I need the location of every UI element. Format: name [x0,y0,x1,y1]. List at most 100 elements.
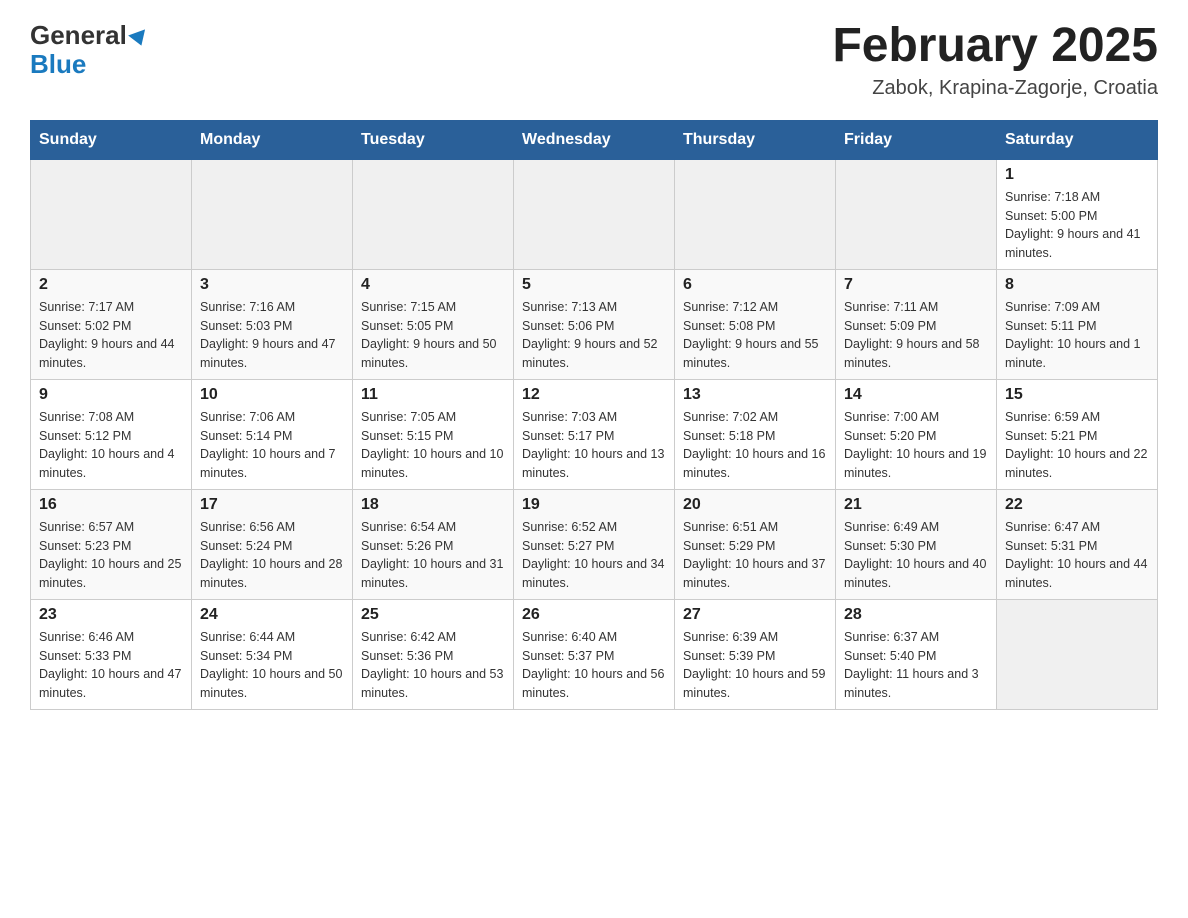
calendar-day: 16Sunrise: 6:57 AM Sunset: 5:23 PM Dayli… [31,489,192,599]
calendar-week-2: 2 Sunrise: 7:17 AM Sunset: 5:02 PM Daylig… [31,269,1158,379]
day-info: Sunrise: 6:37 AM Sunset: 5:40 PM Dayligh… [844,628,988,703]
calendar-day: 3 Sunrise: 7:16 AM Sunset: 5:03 PM Daylig… [192,269,353,379]
calendar-day: 23 Sunrise: 6:46 AM Sunset: 5:33 PM Dayli… [31,599,192,709]
calendar-day: 19 Sunrise: 6:52 AM Sunset: 5:27 PM Dayli… [514,489,675,599]
calendar-week-1: 1 Sunrise: 7:18 AM Sunset: 5:00 PM Daylig… [31,159,1158,269]
calendar-day: 25 Sunrise: 6:42 AM Sunset: 5:36 PM Dayli… [353,599,514,709]
day-number: 9 [39,386,183,404]
day-number: 27 [683,606,827,624]
calendar-day: 15Sunrise: 6:59 AM Sunset: 5:21 PM Dayli… [997,379,1158,489]
calendar-day [675,159,836,269]
day-info: Sunrise: 6:56 AM Sunset: 5:24 PM Dayligh… [200,518,344,593]
day-info: Sunrise: 7:00 AM Sunset: 5:20 PM Dayligh… [844,408,988,483]
day-info: Sunrise: 7:11 AM Sunset: 5:09 PM Dayligh… [844,298,988,373]
calendar-day: 2 Sunrise: 7:17 AM Sunset: 5:02 PM Daylig… [31,269,192,379]
day-number: 12 [522,386,666,404]
calendar-day [31,159,192,269]
day-info: Sunrise: 7:13 AM Sunset: 5:06 PM Dayligh… [522,298,666,373]
calendar-day: 26 Sunrise: 6:40 AM Sunset: 5:37 PM Dayli… [514,599,675,709]
day-number: 21 [844,496,988,514]
calendar-day [997,599,1158,709]
day-info: Sunrise: 7:03 AM Sunset: 5:17 PM Dayligh… [522,408,666,483]
day-number: 19 [522,496,666,514]
col-monday: Monday [192,120,353,159]
calendar-day: 14 Sunrise: 7:00 AM Sunset: 5:20 PM Dayli… [836,379,997,489]
day-info: Sunrise: 6:51 AM Sunset: 5:29 PM Dayligh… [683,518,827,593]
day-number: 13 [683,386,827,404]
logo-triangle-icon [128,29,150,48]
day-info: Sunrise: 7:02 AM Sunset: 5:18 PM Dayligh… [683,408,827,483]
calendar-day: 11 Sunrise: 7:05 AM Sunset: 5:15 PM Dayli… [353,379,514,489]
day-number: 14 [844,386,988,404]
day-info: Sunrise: 7:12 AM Sunset: 5:08 PM Dayligh… [683,298,827,373]
logo: General Blue [30,20,148,80]
calendar-day: 7 Sunrise: 7:11 AM Sunset: 5:09 PM Daylig… [836,269,997,379]
day-number: 1 [1005,166,1149,184]
col-thursday: Thursday [675,120,836,159]
calendar-day: 18Sunrise: 6:54 AM Sunset: 5:26 PM Dayli… [353,489,514,599]
calendar-day [353,159,514,269]
calendar-day: 27 Sunrise: 6:39 AM Sunset: 5:39 PM Dayli… [675,599,836,709]
day-number: 7 [844,276,988,294]
col-wednesday: Wednesday [514,120,675,159]
calendar-week-5: 23 Sunrise: 6:46 AM Sunset: 5:33 PM Dayli… [31,599,1158,709]
day-info: Sunrise: 7:06 AM Sunset: 5:14 PM Dayligh… [200,408,344,483]
day-info: Sunrise: 7:15 AM Sunset: 5:05 PM Dayligh… [361,298,505,373]
calendar-week-3: 9 Sunrise: 7:08 AM Sunset: 5:12 PM Daylig… [31,379,1158,489]
day-number: 10 [200,386,344,404]
day-info: Sunrise: 6:40 AM Sunset: 5:37 PM Dayligh… [522,628,666,703]
calendar-day [514,159,675,269]
day-info: Sunrise: 6:46 AM Sunset: 5:33 PM Dayligh… [39,628,183,703]
location-subtitle: Zabok, Krapina-Zagorje, Croatia [832,77,1158,100]
day-number: 4 [361,276,505,294]
day-info: Sunrise: 7:17 AM Sunset: 5:02 PM Dayligh… [39,298,183,373]
calendar-table: Sunday Monday Tuesday Wednesday Thursday… [30,120,1158,710]
calendar-day [836,159,997,269]
calendar-week-4: 16Sunrise: 6:57 AM Sunset: 5:23 PM Dayli… [31,489,1158,599]
day-number: 17 [200,496,344,514]
day-info: Sunrise: 6:54 AM Sunset: 5:26 PM Dayligh… [361,518,505,593]
day-info: Sunrise: 6:59 AM Sunset: 5:21 PM Dayligh… [1005,408,1149,483]
calendar-day: 12 Sunrise: 7:03 AM Sunset: 5:17 PM Dayli… [514,379,675,489]
day-info: Sunrise: 6:44 AM Sunset: 5:34 PM Dayligh… [200,628,344,703]
title-area: February 2025 Zabok, Krapina-Zagorje, Cr… [832,20,1158,100]
page-header: General Blue February 2025 Zabok, Krapin… [30,20,1158,100]
day-info: Sunrise: 6:49 AM Sunset: 5:30 PM Dayligh… [844,518,988,593]
day-info: Sunrise: 6:42 AM Sunset: 5:36 PM Dayligh… [361,628,505,703]
day-number: 28 [844,606,988,624]
day-number: 26 [522,606,666,624]
day-number: 3 [200,276,344,294]
calendar-day: 24Sunrise: 6:44 AM Sunset: 5:34 PM Dayli… [192,599,353,709]
day-number: 2 [39,276,183,294]
logo-blue-text: Blue [30,49,86,80]
day-info: Sunrise: 7:18 AM Sunset: 5:00 PM Dayligh… [1005,188,1149,263]
calendar-day: 6 Sunrise: 7:12 AM Sunset: 5:08 PM Daylig… [675,269,836,379]
calendar-day: 1 Sunrise: 7:18 AM Sunset: 5:00 PM Daylig… [997,159,1158,269]
calendar-header-row: Sunday Monday Tuesday Wednesday Thursday… [31,120,1158,159]
calendar-day: 9 Sunrise: 7:08 AM Sunset: 5:12 PM Daylig… [31,379,192,489]
calendar-day: 5 Sunrise: 7:13 AM Sunset: 5:06 PM Daylig… [514,269,675,379]
calendar-day: 13 Sunrise: 7:02 AM Sunset: 5:18 PM Dayli… [675,379,836,489]
day-number: 11 [361,386,505,404]
day-info: Sunrise: 6:52 AM Sunset: 5:27 PM Dayligh… [522,518,666,593]
col-saturday: Saturday [997,120,1158,159]
month-title: February 2025 [832,20,1158,73]
calendar-day: 22Sunrise: 6:47 AM Sunset: 5:31 PM Dayli… [997,489,1158,599]
col-sunday: Sunday [31,120,192,159]
day-number: 25 [361,606,505,624]
col-friday: Friday [836,120,997,159]
day-number: 5 [522,276,666,294]
calendar-day: 8Sunrise: 7:09 AM Sunset: 5:11 PM Daylig… [997,269,1158,379]
day-info: Sunrise: 7:08 AM Sunset: 5:12 PM Dayligh… [39,408,183,483]
day-info: Sunrise: 7:16 AM Sunset: 5:03 PM Dayligh… [200,298,344,373]
day-info: Sunrise: 7:05 AM Sunset: 5:15 PM Dayligh… [361,408,505,483]
day-number: 6 [683,276,827,294]
day-number: 23 [39,606,183,624]
col-tuesday: Tuesday [353,120,514,159]
calendar-day: 21 Sunrise: 6:49 AM Sunset: 5:30 PM Dayli… [836,489,997,599]
day-info: Sunrise: 6:39 AM Sunset: 5:39 PM Dayligh… [683,628,827,703]
day-info: Sunrise: 7:09 AM Sunset: 5:11 PM Dayligh… [1005,298,1149,373]
day-number: 22 [1005,496,1149,514]
calendar-day: 28 Sunrise: 6:37 AM Sunset: 5:40 PM Dayli… [836,599,997,709]
day-info: Sunrise: 6:57 AM Sunset: 5:23 PM Dayligh… [39,518,183,593]
